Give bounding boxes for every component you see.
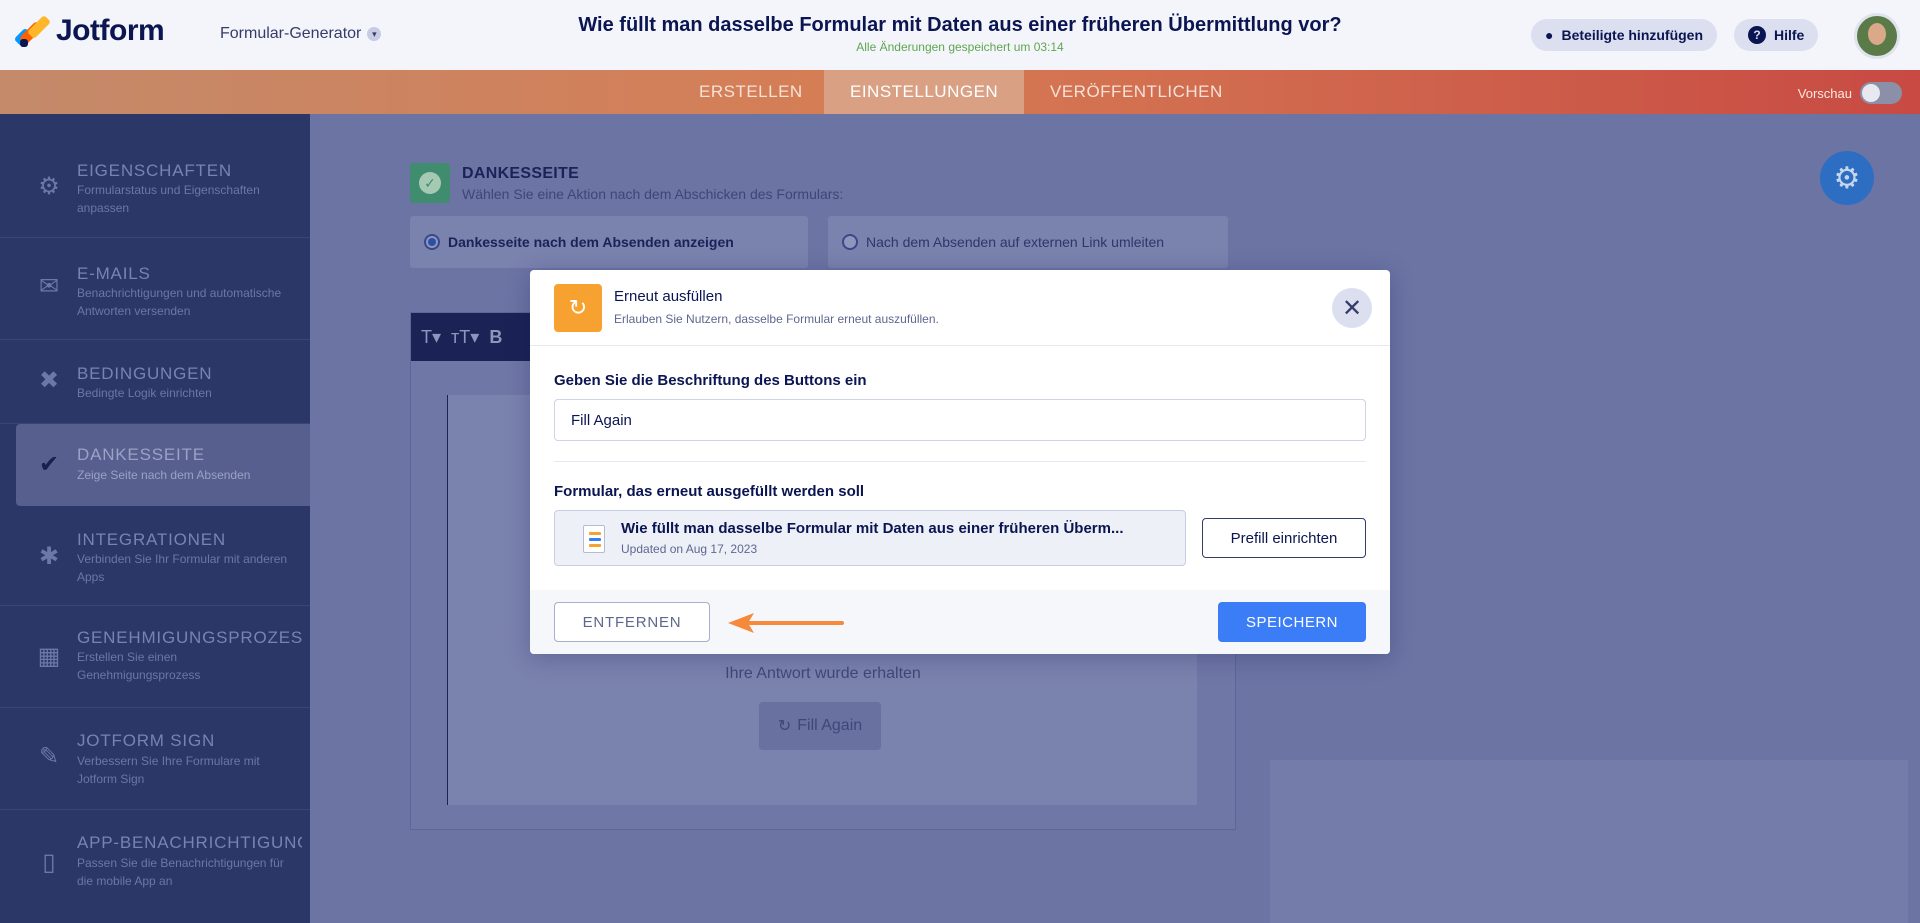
- received-text: Ihre Antwort wurde erhalten: [725, 665, 921, 682]
- selected-form-date: Updated on Aug 17, 2023: [621, 542, 758, 556]
- builder-tabs: ERSTELLEN EINSTELLUNGEN VERÖFFENTLICHEN …: [0, 70, 1920, 114]
- modal-title: Erneut ausfüllen: [614, 288, 723, 305]
- sidebar-item-title: INTEGRATIONEN: [77, 530, 226, 549]
- question-icon: ?: [1748, 26, 1766, 44]
- preview-label: Vorschau: [1797, 85, 1852, 101]
- sidebar-item-conditions[interactable]: ✖ BEDINGUNGEN Bedingte Logik einrichten: [0, 340, 310, 424]
- sidebar-item-approvals[interactable]: ▦ GENEHMIGUNGSPROZES... Erstellen Sie ei…: [0, 606, 310, 708]
- form-settings-gear-button[interactable]: ⚙: [1820, 151, 1874, 205]
- button-label-input[interactable]: [554, 399, 1366, 441]
- sidebar-item-app-notifications[interactable]: ▯ APP-BENACHRICHTIGUNG Passen Sie die Be…: [0, 810, 310, 923]
- add-participants-button[interactable]: ● Beteiligte hinzufügen: [1531, 19, 1718, 51]
- fill-again-modal: ↻ Erneut ausfüllen Erlauben Sie Nutzern,…: [530, 270, 1390, 654]
- option-show-label: Dankesseite nach dem Absenden anzeigen: [448, 234, 734, 250]
- thankyou-check-icon: ✓: [410, 163, 450, 203]
- sidebar-item-integrations[interactable]: ✱ INTEGRATIONEN Verbinden Sie Ihr Formul…: [0, 506, 310, 606]
- right-panel-area: [1270, 760, 1920, 923]
- avatar[interactable]: [1854, 13, 1900, 59]
- sidebar-item-desc: Zeige Seite nach dem Absenden: [77, 468, 251, 482]
- jotform-logo[interactable]: Jotform: [13, 14, 165, 48]
- tab-settings[interactable]: EINSTELLUNGEN: [824, 70, 1025, 114]
- sidebar-item-desc: Erstellen Sie einen Genehmigungsprozess: [77, 650, 201, 682]
- sidebar-item-desc: Verbessern Sie Ihre Formulare mit Jotfor…: [77, 754, 260, 786]
- fill-again-preview-button[interactable]: ↻ Fill Again: [759, 702, 881, 750]
- editor-toolbar: T▾ тT▾ B: [411, 313, 531, 361]
- flow-icon: ▦: [37, 643, 61, 670]
- top-header: Jotform Formular-Generator ▾ Wie füllt m…: [0, 0, 1920, 70]
- thankyou-subtitle: Wählen Sie eine Aktion nach dem Abschick…: [462, 186, 844, 202]
- sidebar-item-desc: Formularstatus und Eigenschaften anpasse…: [77, 183, 260, 215]
- sidebar-item-title: E-MAILS: [77, 264, 151, 283]
- button-label-heading: Geben Sie die Beschriftung des Buttons e…: [554, 372, 867, 389]
- font-family-icon[interactable]: T▾: [421, 327, 441, 348]
- prefill-setup-button[interactable]: Prefill einrichten: [1202, 518, 1366, 558]
- scrollbar[interactable]: [1908, 114, 1920, 923]
- sidebar-item-title: DANKESSEITE: [77, 445, 205, 464]
- sidebar-item-title: JOTFORM SIGN: [77, 731, 216, 750]
- gear-icon: ⚙: [38, 173, 60, 200]
- refresh-icon: ↻: [554, 284, 602, 332]
- sidebar-item-title: GENEHMIGUNGSPROZES...: [77, 628, 302, 647]
- check-circle-icon: ✔: [38, 451, 60, 478]
- bold-icon[interactable]: B: [489, 327, 502, 348]
- mobile-icon: ▯: [42, 849, 56, 876]
- sidebar-item-desc: Benachrichtigungen und automatische Antw…: [77, 286, 282, 318]
- save-button[interactable]: SPEICHERN: [1218, 602, 1366, 642]
- help-button[interactable]: ? Hilfe: [1734, 19, 1819, 51]
- modal-header: ↻ Erneut ausfüllen Erlauben Sie Nutzern,…: [530, 270, 1390, 346]
- radio-redirect[interactable]: [842, 234, 858, 250]
- modal-subtitle: Erlauben Sie Nutzern, dasselbe Formular …: [614, 312, 939, 326]
- add-participants-label: Beteiligte hinzufügen: [1561, 27, 1704, 43]
- option-redirect-label: Nach dem Absenden auf externen Link umle…: [866, 234, 1165, 250]
- modal-footer: ENTFERNEN SPEICHERN: [530, 590, 1390, 654]
- thankyou-title: DANKESSEITE: [462, 165, 580, 182]
- logo-text: Jotform: [56, 14, 165, 47]
- sidebar-item-desc: Bedingte Logik einrichten: [77, 386, 212, 400]
- pen-icon: ✎: [38, 743, 60, 770]
- envelope-icon: ✉: [38, 273, 60, 300]
- sidebar-item-sign[interactable]: ✎ JOTFORM SIGN Verbessern Sie Ihre Formu…: [0, 708, 310, 810]
- title-area: Wie füllt man dasselbe Formular mit Date…: [560, 14, 1360, 54]
- sidebar-item-properties[interactable]: ⚙ EIGENSCHAFTEN Formularstatus und Eigen…: [0, 114, 310, 238]
- tab-build[interactable]: ERSTELLEN: [673, 70, 829, 114]
- option-show-thankyou[interactable]: Dankesseite nach dem Absenden anzeigen: [410, 216, 808, 268]
- tab-publish[interactable]: VERÖFFENTLICHEN: [1024, 70, 1249, 114]
- sidebar-item-title: EIGENSCHAFTEN: [77, 161, 232, 180]
- close-button[interactable]: ✕: [1332, 288, 1372, 328]
- remove-button[interactable]: ENTFERNEN: [554, 602, 710, 642]
- sidebar-item-desc: Verbinden Sie Ihr Formular mit anderen A…: [77, 552, 288, 584]
- selected-form-title: Wie füllt man dasselbe Formular mit Date…: [621, 520, 1124, 537]
- form-builder-dropdown[interactable]: Formular-Generator ▾: [220, 25, 382, 43]
- user-icon: ●: [1545, 27, 1554, 43]
- sidebar-item-thankyou[interactable]: ✔ DANKESSEITE Zeige Seite nach dem Absen…: [16, 424, 310, 506]
- form-document-icon: [583, 525, 605, 553]
- divider: [554, 461, 1366, 462]
- radio-show-thankyou[interactable]: [424, 234, 440, 250]
- refresh-icon: ↻: [777, 718, 792, 735]
- builder-label: Formular-Generator: [220, 25, 362, 42]
- page-title[interactable]: Wie füllt man dasselbe Formular mit Date…: [560, 14, 1360, 37]
- sidebar-item-title: BEDINGUNGEN: [77, 364, 213, 383]
- jotform-logo-icon: [13, 14, 52, 47]
- gear-icon: ⚙: [1833, 161, 1861, 195]
- form-heading: Formular, das erneut ausgefüllt werden s…: [554, 483, 865, 500]
- chevron-down-icon: ▾: [367, 27, 382, 41]
- annotation-arrow-icon: [728, 613, 844, 633]
- shuffle-icon: ✖: [38, 367, 60, 394]
- fill-again-preview-label: Fill Again: [797, 717, 863, 734]
- option-redirect[interactable]: Nach dem Absenden auf externen Link umle…: [828, 216, 1228, 268]
- sidebar-item-title: APP-BENACHRICHTIGUNG: [77, 833, 302, 852]
- close-icon: ✕: [1341, 294, 1363, 322]
- font-size-icon[interactable]: тT▾: [451, 327, 479, 348]
- save-status: Alle Änderungen gespeichert um 03:14: [856, 40, 1064, 54]
- settings-sidebar: ⚙ EIGENSCHAFTEN Formularstatus und Eigen…: [0, 114, 310, 923]
- help-label: Hilfe: [1774, 27, 1805, 43]
- selected-form-card[interactable]: Wie füllt man dasselbe Formular mit Date…: [554, 510, 1186, 566]
- preview-control: Vorschau: [1798, 82, 1902, 104]
- puzzle-icon: ✱: [38, 543, 60, 570]
- sidebar-item-desc: Passen Sie die Benachrichtigungen für di…: [77, 856, 284, 888]
- sidebar-item-emails[interactable]: ✉ E-MAILS Benachrichtigungen und automat…: [0, 238, 310, 340]
- preview-toggle[interactable]: [1860, 82, 1902, 104]
